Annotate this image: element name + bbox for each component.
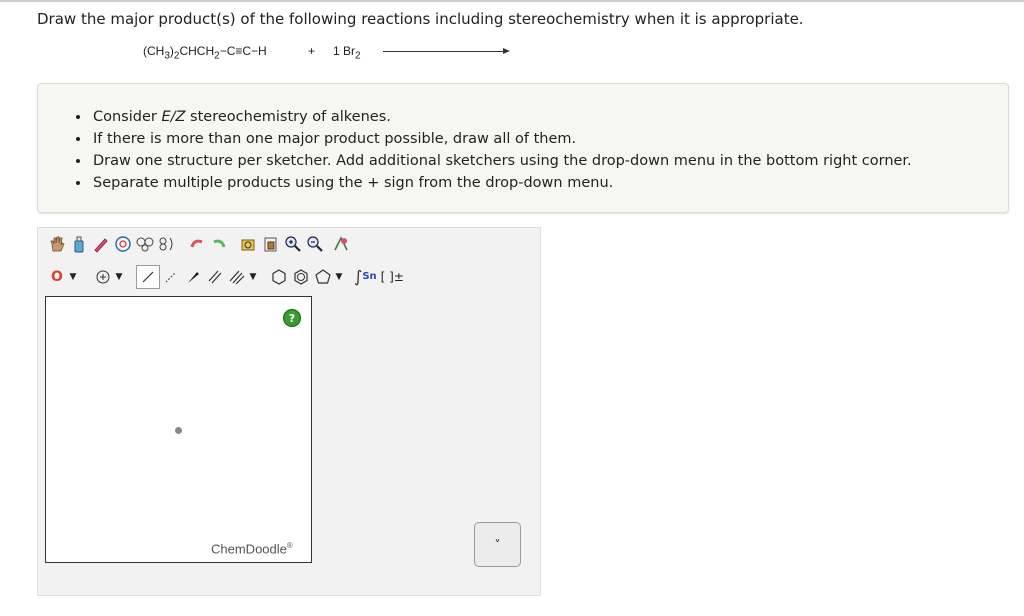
instruction-item: Draw one structure per sketcher. Add add… [91,150,912,172]
plus-sign: + [308,44,316,58]
chevron-down-icon: ˅ [494,537,501,552]
eraser-bottle-icon[interactable] [68,233,90,255]
benzene-icon[interactable] [290,266,312,288]
triple-bond-icon[interactable] [226,266,248,288]
wedge-bond-icon[interactable] [182,266,204,288]
cyclohexane-icon[interactable] [268,266,290,288]
bracket-template-icon[interactable] [156,233,178,255]
toolbar-row-1 [46,233,352,255]
instruction-item: If there is more than one major product … [91,128,912,150]
drawing-canvas[interactable]: ? ChemDoodle® [45,296,312,563]
hand-icon[interactable] [46,233,68,255]
instruction-item: Separate multiple products using the + s… [91,172,912,194]
reactant-formula: (CH3)2CHCH2−C≡C−H [143,44,267,62]
chemdoodle-brand: ChemDoodle® [211,541,293,557]
double-bond-icon[interactable] [204,266,226,288]
cyclopentane-icon[interactable] [312,266,334,288]
eraser-pencil-icon[interactable] [90,233,112,255]
chevron-down-icon[interactable]: ▼ [114,266,124,288]
question-text: Draw the major product(s) of the followi… [37,10,804,28]
copy-icon[interactable] [238,233,260,255]
undo-icon[interactable] [186,233,208,255]
instructions-list: Consider E/Z stereochemistry of alkenes.… [38,106,912,194]
top-divider [0,0,1024,2]
instruction-item: Consider E/Z stereochemistry of alkenes. [91,106,912,128]
element-picker[interactable]: O [46,266,68,288]
help-icon[interactable]: ? [283,309,301,327]
chain-template-icon[interactable] [134,233,156,255]
toolbar-row-2: O ▼ ▼ ▼ ▼ ∫ Sn []± [46,265,404,289]
charge-plus-icon[interactable] [92,266,114,288]
cursor-dot [175,427,182,434]
redo-icon[interactable] [208,233,230,255]
clean-icon[interactable] [330,233,352,255]
single-bond-icon[interactable] [136,265,160,289]
bracket-tool[interactable]: [ ]± [381,266,404,288]
ring-template-icon[interactable] [112,233,134,255]
chemdoodle-sketcher: O ▼ ▼ ▼ ▼ ∫ Sn []± ? ChemDoodle® [37,227,541,596]
zoom-out-icon[interactable] [304,233,326,255]
zoom-in-icon[interactable] [282,233,304,255]
instructions-box: Consider E/Z stereochemistry of alkenes.… [37,83,1009,213]
chevron-down-icon[interactable]: ▼ [334,266,344,288]
chevron-down-icon[interactable]: ▼ [68,266,78,288]
reaction-equation: (CH3)2CHCH2−C≡C−H + 1 Br2 [143,44,510,62]
dashed-bond-icon[interactable] [160,266,182,288]
add-sketcher-dropdown[interactable]: ˅ [474,522,521,567]
reaction-arrow [383,48,510,54]
reagent-formula: 1 Br2 [333,44,361,62]
sgroup-tool[interactable]: ∫ Sn [354,266,377,288]
paste-icon[interactable] [260,233,282,255]
chevron-down-icon[interactable]: ▼ [248,266,258,288]
